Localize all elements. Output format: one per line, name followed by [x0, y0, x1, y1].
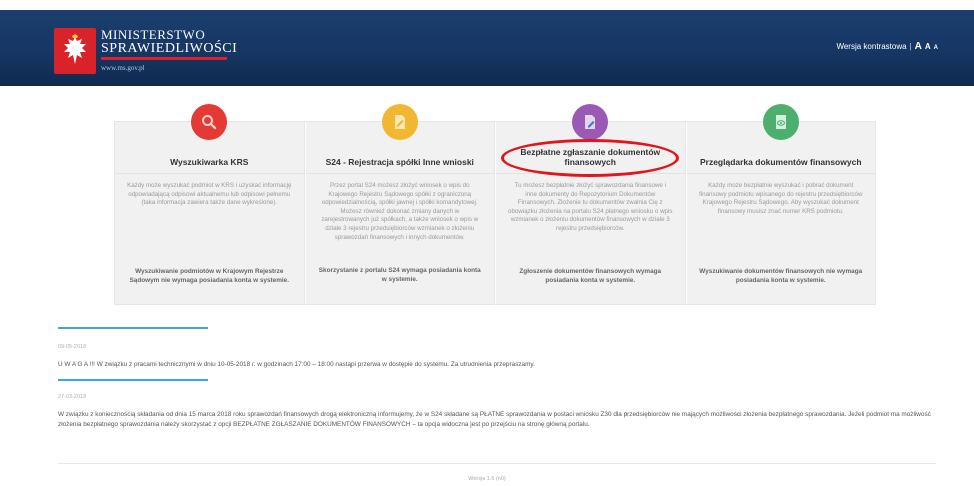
service-tiles: Wyszukiwarka KRS Każdy może wyszukać pod…: [114, 104, 876, 305]
news-text: U W A G A !!! W związku z pracami techni…: [58, 361, 535, 368]
tile-krs-search[interactable]: Wyszukiwarka KRS Każdy może wyszukać pod…: [114, 104, 305, 305]
header: MINISTERSTWO SPRAWIEDLIWOŚCI www.ms.gov.…: [0, 10, 974, 86]
news-date: 09-05-2018: [58, 344, 87, 350]
tile-description: Tu możesz bezpłatnie złożyć sprawozdania…: [508, 182, 673, 232]
tile-note: Zgłoszenie dokumentów finansowych wymaga…: [519, 268, 662, 284]
tile-title: S24 - Rejestracja spółki Inne wnioski: [325, 157, 474, 167]
eagle-emblem-icon: [54, 28, 96, 74]
news-text: W związku z koniecznością składania od d…: [58, 411, 931, 428]
ministry-line1: MINISTERSTWO: [101, 27, 206, 42]
tile-s24-registration[interactable]: S24 - Rejestracja spółki Inne wnioski Pr…: [304, 104, 495, 305]
news-divider: [58, 327, 208, 329]
version-label: Wersja 1.6 (n0): [468, 476, 506, 482]
accessibility-controls: Wersja kontrastowa | A A A: [836, 41, 938, 52]
tile-note: Skorzystanie z portalu S24 wymaga posiad…: [318, 267, 481, 283]
font-size-small-button[interactable]: A: [934, 45, 938, 51]
footer-divider: [58, 463, 936, 464]
news-date: 27-03-2018: [58, 394, 87, 400]
ministry-red-underline: [101, 57, 227, 60]
document-edit-icon[interactable]: [572, 104, 609, 140]
ministry-logo[interactable]: MINISTERSTWO SPRAWIEDLIWOŚCI www.ms.gov.…: [52, 26, 252, 78]
ministry-url: www.ms.gov.pl: [101, 64, 145, 72]
ministry-name: MINISTERSTWO SPRAWIEDLIWOŚCI: [101, 28, 237, 56]
tile-title: Wyszukiwarka KRS: [170, 157, 249, 167]
font-size-large-button[interactable]: A: [915, 41, 922, 52]
tile-description: Każdy może bezpłatnie wyszukać i pobrać …: [699, 182, 863, 215]
tile-description: Przez portal S24 możesz złożyć wniosek o…: [321, 182, 479, 241]
contrast-version-link[interactable]: Wersja kontrastowa: [836, 42, 906, 51]
ministry-line2: SPRAWIEDLIWOŚCI: [101, 41, 238, 56]
tile-financial-documents-browser[interactable]: Przeglądarka dokumentów finansowych Każd…: [685, 104, 876, 305]
tile-title: Przeglądarka dokumentów finansowych: [699, 157, 862, 167]
top-strip: [0, 0, 974, 10]
eye-document-icon[interactable]: [762, 104, 799, 140]
font-size-medium-button[interactable]: A: [925, 42, 931, 51]
document-icon[interactable]: [381, 104, 418, 140]
tile-note: Wyszukiwanie dokumentów finansowych nie …: [699, 268, 863, 284]
search-icon[interactable]: [191, 104, 228, 140]
tile-note: Wyszukiwanie podmiotów w Krajowym Rejest…: [129, 268, 289, 284]
separator: |: [909, 42, 912, 51]
news-divider: [58, 379, 208, 381]
red-highlight-ellipse: [501, 139, 679, 177]
tile-description: Każdy może wyszukać podmiot w KRS i uzys…: [127, 182, 292, 207]
